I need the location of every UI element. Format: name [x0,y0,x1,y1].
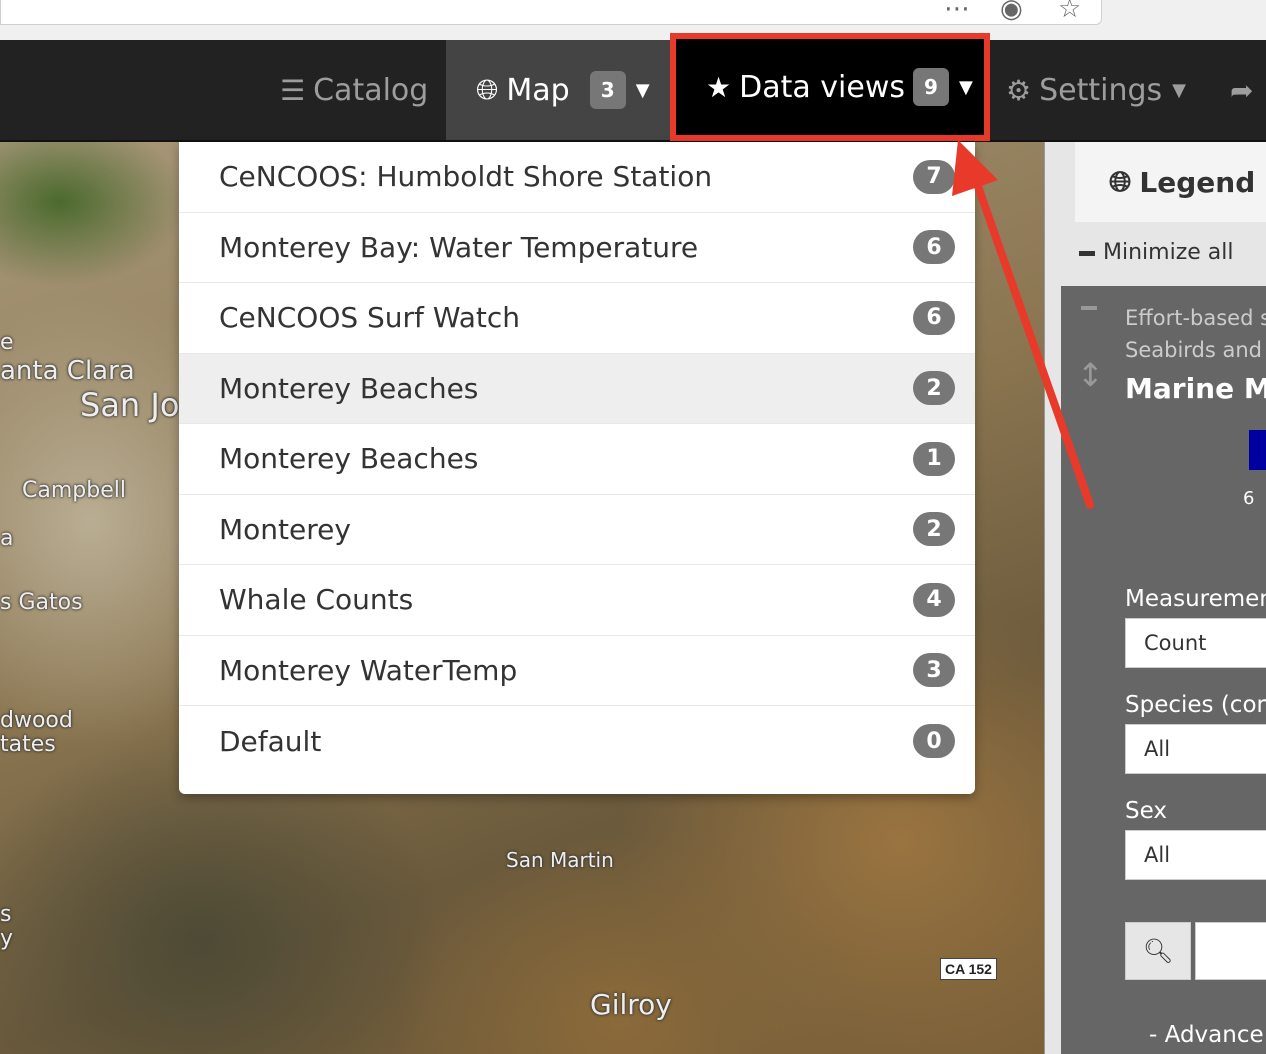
map-label-e: e [0,330,14,355]
legend-panel: 🌐︎ Legend Minimize all ↕ Effort-based s … [1044,142,1266,1054]
nav-settings-label: Settings [1039,72,1163,108]
dataview-count-badge: 6 [913,230,955,265]
nav-map-label: Map [506,72,570,108]
chevron-down-icon: ▼ [959,76,973,98]
map-label-los-gatos: s Gatos [0,590,83,615]
dataview-count-badge: 7 [913,159,955,194]
data-views-dropdown: CeNCOOS: Humboldt Shore Station 7 Monter… [179,142,975,794]
more-options-icon[interactable]: ⋯ [944,0,970,24]
dataview-item-label: Whale Counts [219,583,414,617]
dataview-item[interactable]: Monterey Beaches 1 [179,424,975,495]
search-input[interactable] [1195,922,1266,980]
dataview-item[interactable]: Monterey Bay: Water Temperature 6 [179,213,975,283]
browser-toolbar: ⋯ ◉ ☆ [0,0,1266,40]
measurement-select-value: Count [1144,631,1207,655]
sex-select[interactable]: All [1125,830,1266,880]
dataview-item-label: Monterey [219,512,351,546]
species-select[interactable]: All [1125,724,1266,774]
nav-settings[interactable]: ⚙ Settings ▼ [1006,40,1186,140]
sex-select-value: All [1144,843,1171,867]
extension-icon[interactable]: ◉ [1000,0,1023,24]
map-label-s: s [0,902,12,927]
dataview-item-label: Monterey Beaches [219,442,479,476]
list-icon: ☰ [280,73,306,107]
share-arrow-icon: ➦ [1230,73,1254,107]
dataview-count-badge: 4 [913,582,955,617]
nav-map[interactable]: 🌐︎ Map 3 ▼ [446,40,670,140]
chevron-down-icon: ▼ [1172,79,1186,101]
dataview-count-badge: 3 [913,653,955,688]
dataview-item[interactable]: Whale Counts 4 [179,565,975,636]
map-label-estates: tates [0,732,56,757]
dataview-count-badge: 6 [913,300,955,335]
minus-icon: - [1149,1022,1165,1048]
nav-data-views-label: Data views [739,69,905,105]
minus-icon [1079,250,1095,256]
dataview-count-badge: 2 [913,512,955,547]
legend-layer-card: ↕ Effort-based s Seabirds and Marine Ma … [1061,286,1266,1054]
data-views-count-badge: 9 [913,68,949,106]
dataview-item[interactable]: Monterey WaterTemp 3 [179,636,975,706]
highway-shield: CA 152 [940,958,997,980]
legend-tab-label: Legend [1139,165,1256,199]
minimize-all-button[interactable]: Minimize all [1079,240,1233,265]
dataview-item[interactable]: CeNCOOS Surf Watch 6 [179,283,975,354]
dataview-item[interactable]: Monterey 2 [179,495,975,565]
map-count-badge: 3 [589,71,626,109]
species-label: Species (com [1125,692,1266,718]
dataview-item-label: Monterey Bay: Water Temperature [219,230,699,264]
dataview-count-badge: 1 [913,441,955,476]
dataview-item[interactable]: CeNCOOS: Humboldt Shore Station 7 [179,142,975,213]
map-label-redwood: dwood [0,708,73,733]
map-label-y: y [0,926,14,951]
dataview-item[interactable]: Monterey Beaches 2 [179,353,975,424]
bookmark-star-icon[interactable]: ☆ [1058,0,1081,24]
dataview-item-label: CeNCOOS Surf Watch [219,301,520,335]
minimize-layer-icon[interactable] [1081,306,1097,310]
advanced-toggle[interactable]: - Advance [1149,1022,1264,1048]
legend-color-swatch [1249,430,1266,470]
map-label-san-jose: San Jo [80,386,180,424]
layer-subtitle-line-1: Effort-based s [1125,306,1266,330]
chevron-down-icon: ▼ [635,79,650,101]
star-icon: ★ [706,70,732,104]
dataview-item-label: Default [219,724,322,758]
gear-icon: ⚙ [1006,73,1032,107]
measurement-label: Measuremen [1125,586,1266,612]
advanced-label: Advance [1164,1022,1264,1048]
dataview-item[interactable]: Default 0 [179,706,975,777]
globe-icon: 🌐︎ [1109,165,1132,198]
dataview-item-label: Monterey WaterTemp [219,653,518,687]
nav-data-views[interactable]: ★ Data views 9 ▼ [670,33,990,141]
dataview-item-label: CeNCOOS: Humboldt Shore Station [219,160,713,194]
dataview-count-badge: 2 [913,371,955,406]
minimize-all-label: Minimize all [1103,240,1234,265]
address-bar[interactable] [0,0,1102,25]
nav-catalog[interactable]: ☰ Catalog [280,40,446,140]
search-icon: 🔍︎ [1142,937,1174,965]
species-select-value: All [1144,737,1171,761]
measurement-select[interactable]: Count [1125,618,1266,668]
layer-subtitle-line-2: Seabirds and [1125,338,1263,362]
globe-icon: 🌐︎ [476,73,499,106]
map-label-gilroy: Gilroy [590,988,672,1021]
legend-tab[interactable]: 🌐︎ Legend [1075,142,1266,222]
map-label-santa-clara: anta Clara [0,356,135,386]
search-button[interactable]: 🔍︎ [1125,922,1191,980]
nav-share[interactable]: ➦ [1230,40,1266,140]
dataview-count-badge: 0 [913,724,955,759]
legend-scale-tick: 6 [1243,488,1255,509]
layer-title: Marine Ma [1125,372,1266,405]
layer-subtitle: Effort-based s Seabirds and [1125,302,1266,366]
map-label-a: a [0,526,14,551]
sex-label: Sex [1125,798,1167,824]
dataview-item-label: Monterey Beaches [219,371,479,405]
main-navbar: ☰ Catalog 🌐︎ Map 3 ▼ ★ Data views 9 ▼ ⚙ … [0,33,1266,142]
move-vertical-icon[interactable]: ↕ [1077,356,1104,394]
nav-catalog-label: Catalog [313,72,429,108]
map-label-san-martin: San Martin [506,848,614,872]
map-label-campbell: Campbell [22,478,126,503]
